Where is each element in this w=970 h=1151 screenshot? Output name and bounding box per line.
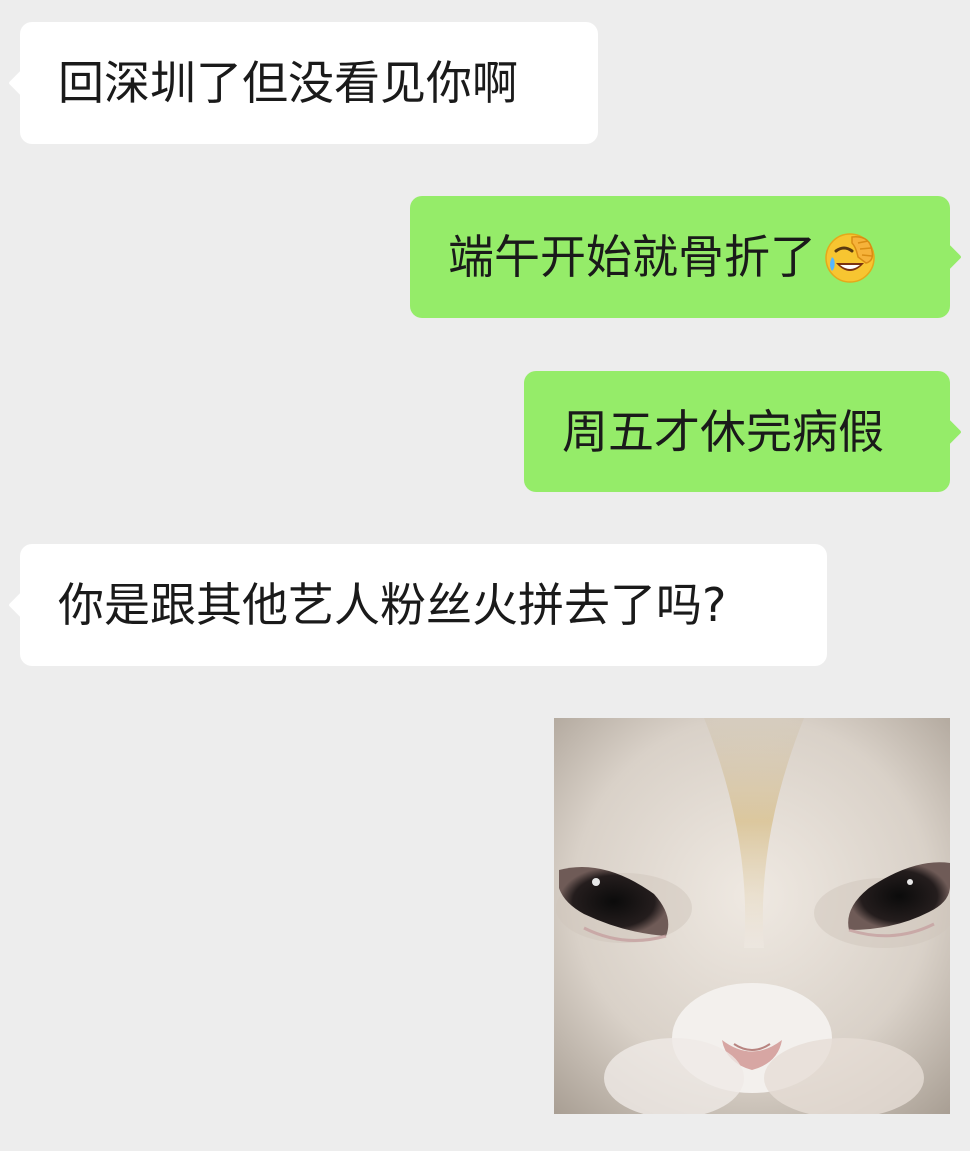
incoming-message-bubble[interactable]: 你是跟其他艺人粉丝火拼去了吗? xyxy=(8,544,827,666)
cat-face-image xyxy=(554,718,950,1114)
message-text: 回深圳了但没看见你啊 xyxy=(58,56,518,110)
face-palm-laughing-emoji xyxy=(825,233,875,283)
outgoing-message-bubble[interactable]: 周五才休完病假 xyxy=(524,371,962,492)
bubble-tail xyxy=(8,592,34,618)
bubble-tail xyxy=(936,418,962,445)
message-text: 你是跟其他艺人粉丝火拼去了吗? xyxy=(58,578,727,632)
bubble-tail xyxy=(8,70,34,96)
cat-sticker-image[interactable] xyxy=(554,718,950,1114)
outgoing-message-bubble[interactable]: 端午开始就骨折了 xyxy=(410,196,962,318)
incoming-message-bubble[interactable]: 回深圳了但没看见你啊 xyxy=(8,22,598,144)
message-text: 端午开始就骨折了 xyxy=(448,230,816,284)
bubble-tail xyxy=(936,244,962,270)
message-text: 周五才休完病假 xyxy=(562,404,884,459)
